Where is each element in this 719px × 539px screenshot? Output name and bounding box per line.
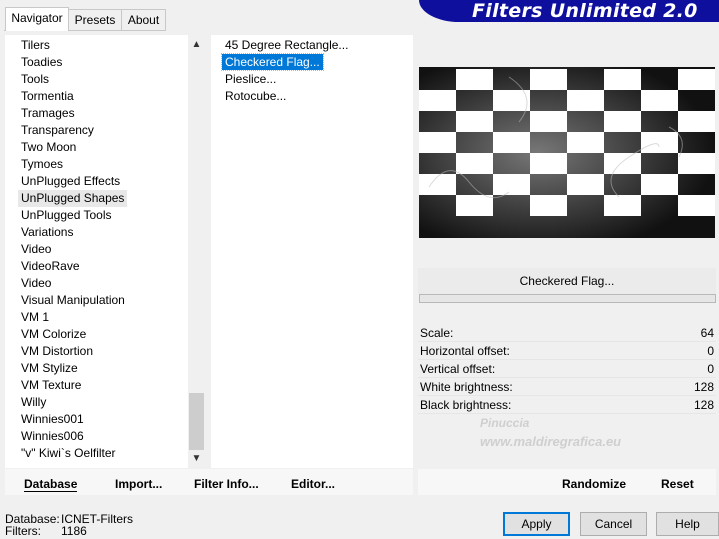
category-item[interactable]: Transparency bbox=[21, 122, 94, 139]
watermark-url: www.maldiregrafica.eu bbox=[480, 434, 622, 449]
parameter-row[interactable]: Horizontal offset: 0 bbox=[418, 342, 716, 360]
parameter-label: Scale: bbox=[420, 326, 454, 340]
watermark-name: Pinuccia bbox=[480, 416, 530, 430]
checker-square bbox=[456, 195, 493, 216]
checker-square bbox=[493, 132, 530, 153]
parameter-label: Black brightness: bbox=[420, 398, 512, 412]
category-item[interactable]: Winnies006 bbox=[21, 428, 84, 445]
filter-info-button[interactable]: Filter Info... bbox=[194, 472, 259, 496]
checker-square bbox=[678, 69, 715, 90]
checker-square bbox=[493, 174, 530, 195]
checker-square bbox=[567, 174, 604, 195]
checker-square bbox=[567, 90, 604, 111]
parameter-value: 128 bbox=[693, 380, 714, 394]
category-item[interactable]: UnPlugged Shapes bbox=[18, 190, 128, 207]
status-filters-label: Filters: bbox=[5, 524, 41, 538]
filter-preview-image bbox=[419, 67, 715, 238]
category-item[interactable]: VM Stylize bbox=[21, 360, 78, 377]
checker-square bbox=[456, 111, 493, 132]
category-item[interactable]: Visual Manipulation bbox=[21, 292, 125, 309]
filter-item[interactable]: Rotocube... bbox=[222, 88, 289, 104]
checker-square bbox=[604, 195, 641, 216]
parameter-row[interactable]: White brightness: 128 bbox=[418, 378, 716, 396]
checker-square bbox=[456, 153, 493, 174]
checker-square bbox=[678, 195, 715, 216]
scroll-down-arrow-icon[interactable]: ▼ bbox=[188, 450, 205, 467]
banner-title: Filters Unlimited 2.0 bbox=[472, 0, 698, 22]
category-item[interactable]: Video bbox=[21, 241, 51, 258]
category-item[interactable]: VM Distortion bbox=[21, 343, 93, 360]
parameter-value: 0 bbox=[707, 344, 714, 358]
parameter-label: White brightness: bbox=[420, 380, 513, 394]
category-item[interactable]: Tormentia bbox=[21, 88, 74, 105]
category-item[interactable]: Variations bbox=[21, 224, 73, 241]
category-item[interactable]: Willy bbox=[21, 394, 46, 411]
randomize-button[interactable]: Randomize bbox=[562, 472, 626, 496]
category-item[interactable]: Tools bbox=[21, 71, 49, 88]
scroll-thumb[interactable] bbox=[189, 393, 204, 450]
checker-square bbox=[567, 132, 604, 153]
category-item[interactable]: Video bbox=[21, 275, 51, 292]
category-item[interactable]: Two Moon bbox=[21, 139, 76, 156]
help-button[interactable]: Help bbox=[656, 512, 719, 536]
selected-filter-name: Checkered Flag... bbox=[418, 268, 716, 294]
parameter-value: 128 bbox=[693, 398, 714, 412]
progress-bar bbox=[419, 294, 716, 303]
category-item[interactable]: VideoRave bbox=[21, 258, 80, 275]
checker-square bbox=[419, 90, 456, 111]
category-item[interactable]: Winnies001 bbox=[21, 411, 84, 428]
category-item[interactable]: Toadies bbox=[21, 54, 62, 71]
tab-presets[interactable]: Presets bbox=[68, 9, 122, 30]
category-item[interactable]: UnPlugged Effects bbox=[21, 173, 120, 190]
parameter-value: 64 bbox=[700, 326, 714, 340]
checker-square bbox=[641, 174, 678, 195]
parameter-value: 0 bbox=[707, 362, 714, 376]
checker-square bbox=[530, 69, 567, 90]
checker-square bbox=[604, 69, 641, 90]
category-item[interactable]: Tymoes bbox=[21, 156, 63, 173]
category-item[interactable]: Tilers bbox=[21, 37, 50, 54]
filter-item[interactable]: Pieslice... bbox=[222, 71, 279, 87]
scroll-up-arrow-icon[interactable]: ▲ bbox=[188, 36, 205, 53]
category-item[interactable]: VM Texture bbox=[21, 377, 81, 394]
checker-square bbox=[530, 111, 567, 132]
apply-button[interactable]: Apply bbox=[503, 512, 570, 536]
category-item[interactable]: "v" Kiwi`s Oelfilter bbox=[21, 445, 116, 462]
checker-square bbox=[604, 111, 641, 132]
category-item[interactable]: VM Colorize bbox=[21, 326, 86, 343]
import-button[interactable]: Import... bbox=[115, 472, 162, 496]
parameter-label: Horizontal offset: bbox=[420, 344, 510, 358]
checker-square bbox=[419, 132, 456, 153]
parameter-row[interactable]: Scale: 64 bbox=[418, 324, 716, 342]
category-item[interactable]: Tramages bbox=[21, 105, 75, 122]
checker-square bbox=[530, 195, 567, 216]
parameter-label: Vertical offset: bbox=[420, 362, 496, 376]
checker-square bbox=[456, 69, 493, 90]
checker-square bbox=[604, 153, 641, 174]
checker-square bbox=[641, 132, 678, 153]
parameter-row[interactable]: Black brightness: 128 bbox=[418, 396, 716, 414]
tab-about[interactable]: About bbox=[121, 9, 166, 30]
tab-navigator[interactable]: Navigator bbox=[5, 7, 69, 31]
checker-square bbox=[678, 153, 715, 174]
cancel-button[interactable]: Cancel bbox=[580, 512, 647, 536]
filter-item[interactable]: Checkered Flag... bbox=[221, 53, 324, 71]
checker-square bbox=[678, 111, 715, 132]
category-list[interactable]: Tilers Toadies Tools Tormentia Tramages Trans… bbox=[5, 35, 205, 468]
checker-square bbox=[641, 90, 678, 111]
reset-button[interactable]: Reset bbox=[661, 472, 694, 496]
editor-button[interactable]: Editor... bbox=[291, 472, 335, 496]
checker-square bbox=[530, 153, 567, 174]
category-item[interactable]: VM 1 bbox=[21, 309, 49, 326]
parameter-row[interactable]: Vertical offset: 0 bbox=[418, 360, 716, 378]
status-filters-value: 1186 bbox=[61, 524, 87, 538]
database-button[interactable]: Database bbox=[24, 472, 78, 496]
filter-item[interactable]: 45 Degree Rectangle... bbox=[222, 37, 351, 53]
category-item[interactable]: UnPlugged Tools bbox=[21, 207, 112, 224]
